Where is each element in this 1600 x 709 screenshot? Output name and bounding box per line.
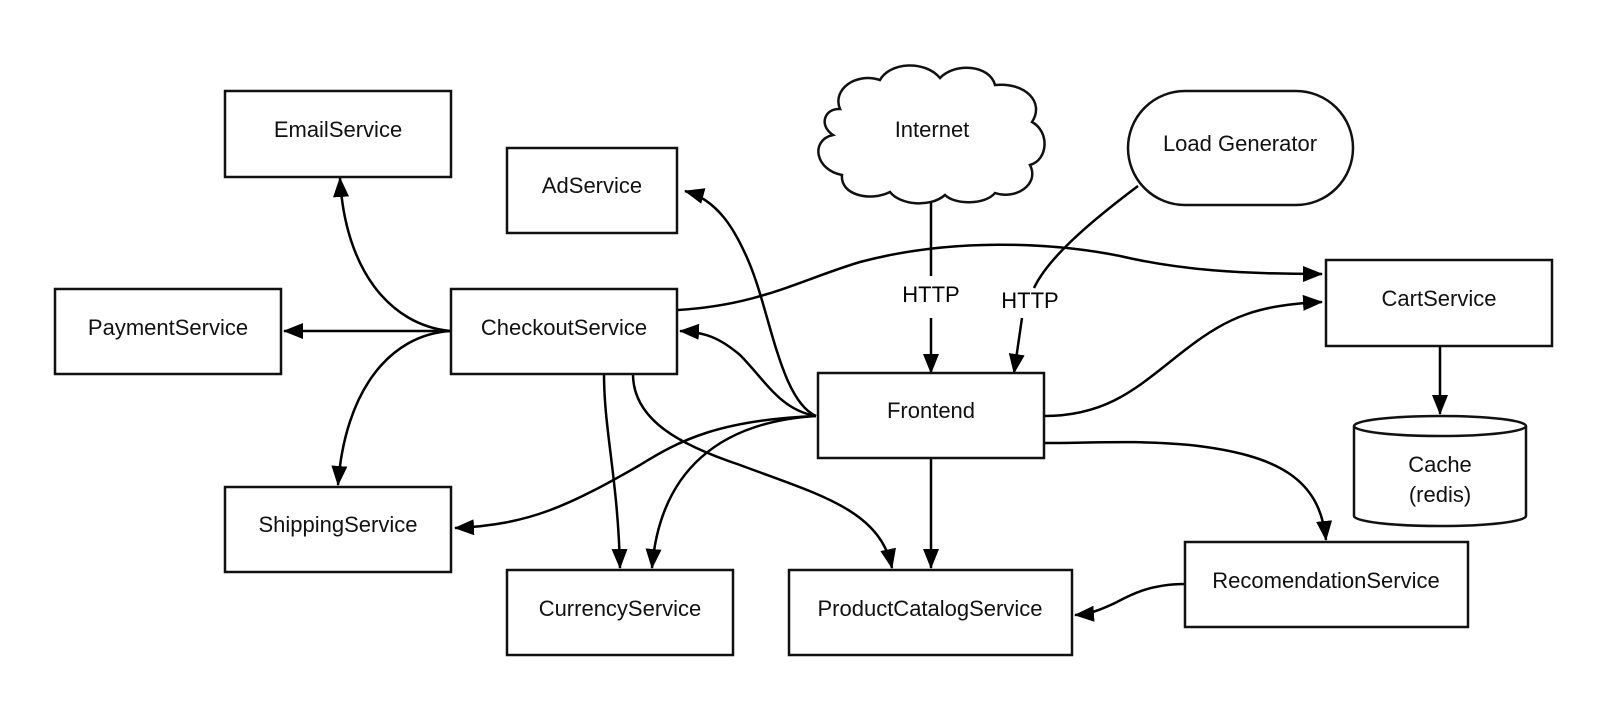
- node-cartservice-label: CartService: [1382, 286, 1497, 311]
- edge-loadgen-to-frontend: [1032, 185, 1139, 289]
- node-shippingservice-label: ShippingService: [259, 512, 418, 537]
- node-cache-label-line2: (redis): [1409, 482, 1471, 507]
- edge-frontend-to-cartservice: [1043, 294, 1323, 418]
- edge-loadgen-to-frontend-arrow: [1008, 317, 1025, 374]
- node-adservice[interactable]: AdService: [505, 146, 679, 235]
- node-paymentservice[interactable]: PaymentService: [53, 287, 283, 376]
- node-currencyservice-label: CurrencyService: [539, 596, 702, 621]
- node-paymentservice-label: PaymentService: [88, 315, 248, 340]
- architecture-diagram: HTTP HTTP EmailService AdService Interne…: [53, 64, 1554, 657]
- edge-checkout-to-shippingservice: [331, 329, 451, 486]
- node-frontend[interactable]: Frontend: [816, 371, 1046, 460]
- node-checkoutservice[interactable]: CheckoutService: [449, 287, 679, 376]
- edge-checkout-to-currencyservice: [602, 373, 628, 569]
- edge-label-internet-http: HTTP: [902, 282, 959, 307]
- node-cartservice[interactable]: CartService: [1324, 258, 1554, 348]
- edge-frontend-to-recommendation: [1043, 440, 1333, 541]
- node-cache-redis[interactable]: Cache (redis): [1352, 414, 1528, 528]
- node-adservice-label: AdService: [542, 173, 642, 198]
- node-productcatalogservice[interactable]: ProductCatalogService: [787, 568, 1074, 657]
- edge-frontend-to-adservice: [684, 188, 817, 418]
- node-cache-label-line1: Cache: [1408, 452, 1472, 477]
- node-checkoutservice-label: CheckoutService: [481, 315, 647, 340]
- edge-label-loadgen-http: HTTP: [1001, 288, 1058, 313]
- node-currencyservice[interactable]: CurrencyService: [505, 568, 735, 657]
- node-loadgenerator-label: Load Generator: [1163, 131, 1317, 156]
- edge-frontend-to-checkoutservice: [679, 323, 817, 418]
- node-recommendationservice-label: RecomendationService: [1212, 568, 1439, 593]
- edge-checkout-to-cartservice: [677, 243, 1323, 312]
- node-shippingservice[interactable]: ShippingService: [223, 485, 453, 574]
- node-internet[interactable]: Internet: [817, 64, 1046, 205]
- node-internet-label: Internet: [895, 117, 970, 142]
- node-emailservice[interactable]: EmailService: [223, 89, 453, 179]
- edge-recommendation-to-productcatalog: [1074, 582, 1186, 622]
- node-loadgenerator[interactable]: Load Generator: [1126, 89, 1355, 207]
- node-frontend-label: Frontend: [887, 398, 975, 423]
- edge-checkout-to-emailservice: [333, 177, 451, 333]
- node-emailservice-label: EmailService: [274, 117, 402, 142]
- node-productcatalogservice-label: ProductCatalogService: [817, 596, 1042, 621]
- node-recommendationservice[interactable]: RecomendationService: [1183, 540, 1470, 629]
